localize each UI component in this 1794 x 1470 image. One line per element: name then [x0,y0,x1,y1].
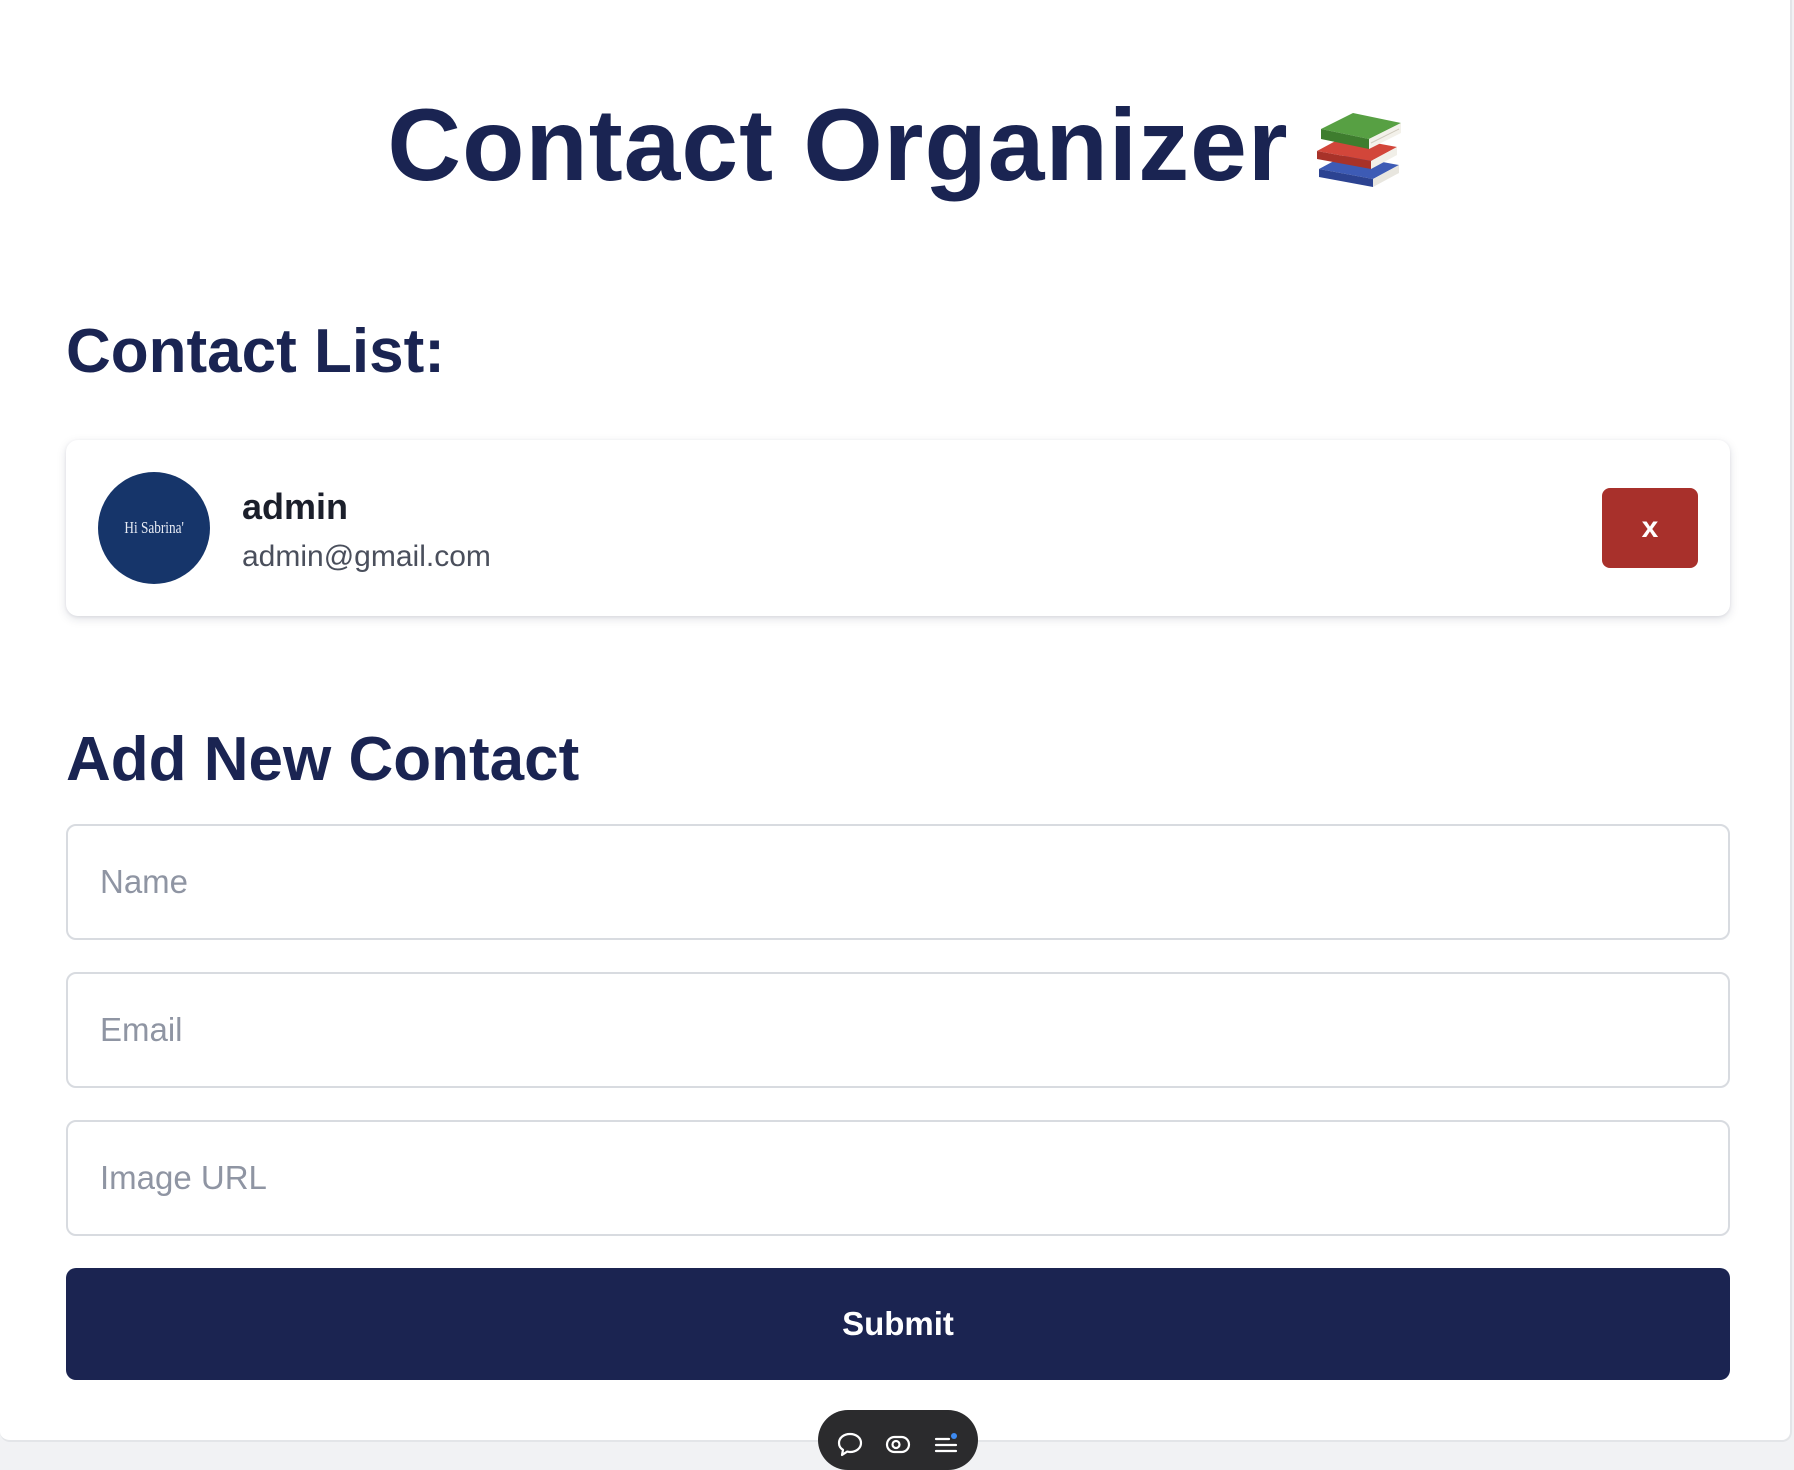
avatar: Hi Sabrina' [98,472,210,584]
contact-list-heading: Contact List: [66,317,445,386]
image-url-input[interactable] [66,1120,1730,1236]
avatar-image-text: Hi Sabrina' [124,518,184,537]
contact-name: admin [242,486,349,527]
name-input[interactable] [66,824,1730,940]
page-card: Contact Organizer Contact List: Hi Sabri… [0,0,1792,1442]
delete-contact-button[interactable]: x [1602,488,1698,568]
add-contact-heading: Add New Contact [66,725,580,794]
contact-card: Hi Sabrina' admin admin@gmail.com x [66,440,1730,616]
submit-button[interactable]: Submit [66,1268,1730,1380]
page-title-text: Contact Organizer [387,88,1289,202]
page-title: Contact Organizer [0,80,1794,210]
floating-toolbar [818,1410,978,1470]
contact-email: admin@gmail.com [242,540,491,573]
email-input[interactable] [66,972,1730,1088]
books-icon [1311,99,1407,195]
